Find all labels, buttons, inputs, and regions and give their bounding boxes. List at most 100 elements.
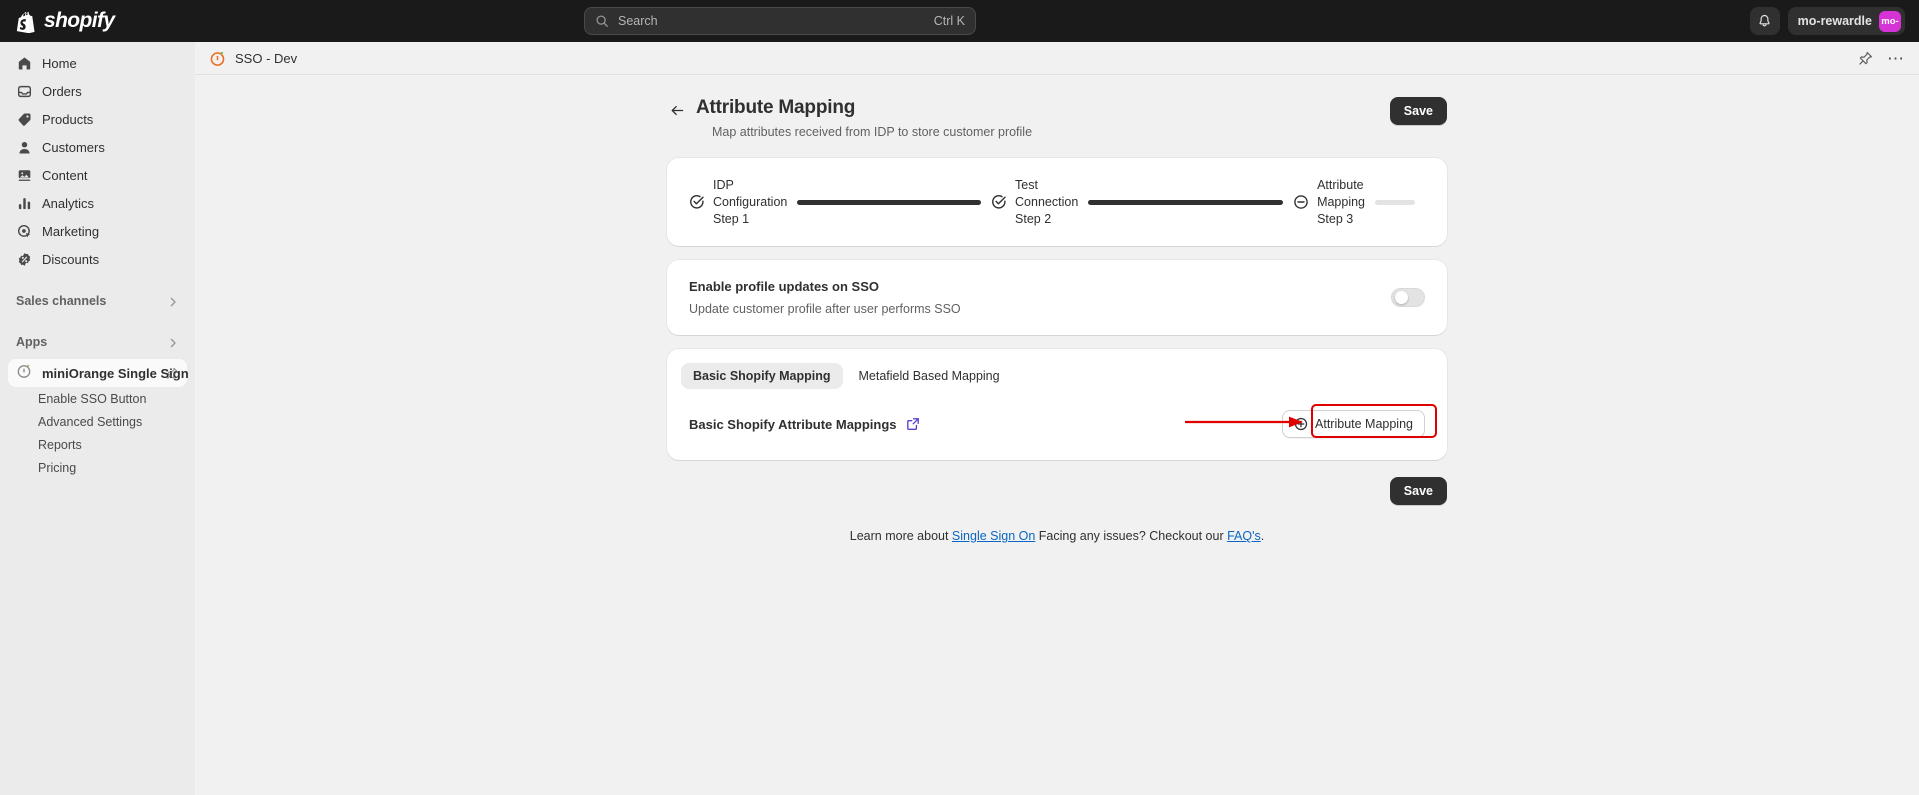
sidebar-item-label: Customers bbox=[42, 140, 105, 155]
store-name-label: mo-rewardle bbox=[1797, 14, 1872, 28]
sidebar-section-apps[interactable]: Apps bbox=[8, 328, 187, 355]
profile-updates-row: Enable profile updates on SSO Update cus… bbox=[667, 260, 1447, 335]
sidebar-item-analytics[interactable]: Analytics bbox=[8, 190, 187, 217]
sidebar-item-pricing[interactable]: Pricing bbox=[8, 456, 187, 479]
tab-metafield-based-mapping[interactable]: Metafield Based Mapping bbox=[847, 363, 1012, 389]
mapping-tabs: Basic Shopify Mapping Metafield Based Ma… bbox=[681, 363, 1433, 389]
stepper-step-line1: Test bbox=[1015, 178, 1038, 192]
main-content-area: SSO - Dev ⋯ Attribute Mapping Map attrib… bbox=[195, 42, 1919, 795]
shopify-bag-icon bbox=[16, 10, 37, 33]
content-image-icon bbox=[16, 168, 32, 184]
app-header-left: SSO - Dev bbox=[209, 50, 297, 67]
app-body: Home Orders Products Customers Content A… bbox=[0, 42, 1919, 795]
page-header-text: Attribute Mapping Map attributes receive… bbox=[696, 97, 1390, 139]
page-content-scroll: Attribute Mapping Map attributes receive… bbox=[195, 75, 1919, 795]
stepper-step-line3: Step 2 bbox=[1015, 212, 1052, 226]
page-title: Attribute Mapping bbox=[696, 97, 856, 118]
footer-help-note: Learn more about Single Sign On Facing a… bbox=[667, 529, 1447, 543]
topbar-right-group: mo-rewardle mo- bbox=[1749, 0, 1905, 42]
tab-basic-shopify-mapping[interactable]: Basic Shopify Mapping bbox=[681, 363, 843, 389]
sidebar-item-miniorange-sso[interactable]: miniOrange Single Sign bbox=[8, 359, 189, 387]
chevron-right-icon bbox=[167, 295, 179, 307]
sidebar-item-orders[interactable]: Orders bbox=[8, 78, 187, 105]
sidebar-item-home[interactable]: Home bbox=[8, 50, 187, 77]
stepper-step-2-labels: Test Connection Step 2 bbox=[1015, 177, 1078, 228]
progress-stepper-card: IDP Configuration Step 1 Test Connection… bbox=[667, 158, 1447, 246]
notifications-button[interactable] bbox=[1749, 7, 1780, 35]
search-input[interactable]: Search bbox=[618, 14, 934, 28]
person-icon bbox=[16, 140, 32, 156]
sidebar-section-sales-channels[interactable]: Sales channels bbox=[8, 287, 187, 314]
toggle-knob bbox=[1395, 291, 1408, 304]
shopify-admin-app: shopify Search Ctrl K mo-rewardle mo- Ho… bbox=[0, 0, 1919, 795]
attribute-mapping-button[interactable]: Attribute Mapping bbox=[1282, 410, 1425, 438]
stepper-step-3-labels: Attribute Mapping Step 3 bbox=[1317, 177, 1365, 228]
home-icon bbox=[16, 56, 32, 72]
chevron-right-icon bbox=[167, 336, 179, 348]
sidebar-item-label: Marketing bbox=[42, 224, 100, 239]
sidebar-item-products[interactable]: Products bbox=[8, 106, 187, 133]
sidebar-item-label: Analytics bbox=[42, 196, 95, 211]
stepper-connector-1 bbox=[797, 200, 982, 205]
app-header-right: ⋯ bbox=[1858, 50, 1905, 67]
save-button-bottom[interactable]: Save bbox=[1389, 477, 1447, 505]
main-sidebar: Home Orders Products Customers Content A… bbox=[0, 42, 195, 795]
sidebar-item-reports[interactable]: Reports bbox=[8, 433, 187, 456]
sidebar-item-label: Orders bbox=[42, 84, 82, 99]
plus-circle-icon bbox=[1294, 417, 1308, 431]
sidebar-item-customers[interactable]: Customers bbox=[8, 134, 187, 161]
embedded-app-header: SSO - Dev ⋯ bbox=[195, 42, 1919, 75]
shopify-logo[interactable]: shopify bbox=[0, 9, 115, 33]
ellipsis-icon[interactable]: ⋯ bbox=[1887, 50, 1905, 67]
stepper-step-line2: Mapping bbox=[1317, 195, 1366, 209]
back-button[interactable] bbox=[667, 100, 687, 120]
sidebar-item-enable-sso-button[interactable]: Enable SSO Button bbox=[8, 387, 187, 410]
sidebar-item-discounts[interactable]: Discounts bbox=[8, 246, 187, 273]
sidebar-item-content[interactable]: Content bbox=[8, 162, 187, 189]
bottom-save-row: Save bbox=[667, 477, 1447, 505]
stepper-connector-3 bbox=[1375, 200, 1416, 205]
sidebar-subitem-label: Advanced Settings bbox=[38, 414, 143, 429]
attribute-mapping-action-group: Attribute Mapping bbox=[1185, 404, 1437, 438]
attribute-mapping-button-label: Attribute Mapping bbox=[1315, 417, 1413, 431]
bell-icon bbox=[1757, 14, 1772, 29]
stepper-step-line1: Attribute bbox=[1317, 178, 1364, 192]
page-subtitle: Map attributes received from IDP to stor… bbox=[712, 125, 1033, 139]
pin-icon[interactable] bbox=[166, 367, 179, 380]
global-search-bar[interactable]: Search Ctrl K bbox=[584, 7, 976, 35]
attribute-mapping-page: Attribute Mapping Map attributes receive… bbox=[667, 97, 1447, 543]
sidebar-section-label: Sales channels bbox=[16, 293, 107, 308]
product-tag-icon bbox=[16, 112, 32, 128]
profile-updates-toggle[interactable] bbox=[1391, 288, 1425, 307]
pin-icon[interactable] bbox=[1858, 51, 1873, 66]
sidebar-item-label: Products bbox=[42, 112, 94, 127]
save-button-top[interactable]: Save bbox=[1389, 97, 1447, 125]
sidebar-item-marketing[interactable]: Marketing bbox=[8, 218, 187, 245]
stepper-step-3: Attribute Mapping Step 3 bbox=[1293, 177, 1425, 228]
stepper-step-line1: IDP bbox=[713, 178, 734, 192]
faq-link[interactable]: FAQ's bbox=[1227, 529, 1261, 543]
footer-text-middle: Facing any issues? Checkout our bbox=[1035, 529, 1228, 543]
progress-stepper: IDP Configuration Step 1 Test Connection… bbox=[667, 158, 1447, 246]
store-account-button[interactable]: mo-rewardle mo- bbox=[1787, 7, 1905, 35]
sidebar-item-advanced-settings[interactable]: Advanced Settings bbox=[8, 410, 187, 433]
profile-updates-text: Enable profile updates on SSO Update cus… bbox=[689, 279, 1391, 316]
stepper-step-1: IDP Configuration Step 1 bbox=[689, 177, 991, 228]
page-header: Attribute Mapping Map attributes receive… bbox=[667, 97, 1447, 139]
sidebar-item-label: Discounts bbox=[42, 252, 100, 267]
profile-updates-card: Enable profile updates on SSO Update cus… bbox=[667, 260, 1447, 335]
check-circle-icon bbox=[689, 194, 705, 210]
sidebar-subitem-label: Reports bbox=[38, 437, 82, 452]
single-sign-on-link[interactable]: Single Sign On bbox=[952, 529, 1035, 543]
stepper-step-line3: Step 3 bbox=[1317, 212, 1354, 226]
stepper-connector-2 bbox=[1088, 200, 1284, 205]
sidebar-item-label: Home bbox=[42, 56, 77, 71]
external-link-icon[interactable] bbox=[906, 417, 920, 431]
basic-shopify-mappings-label: Basic Shopify Attribute Mappings bbox=[689, 416, 897, 432]
arrow-left-icon bbox=[670, 103, 685, 118]
footer-text-before: Learn more about bbox=[849, 529, 952, 543]
sidebar-item-label: Content bbox=[42, 168, 88, 183]
stepper-step-line2: Connection bbox=[1015, 195, 1079, 209]
check-circle-icon bbox=[991, 194, 1007, 210]
shopify-wordmark: shopify bbox=[44, 9, 115, 32]
